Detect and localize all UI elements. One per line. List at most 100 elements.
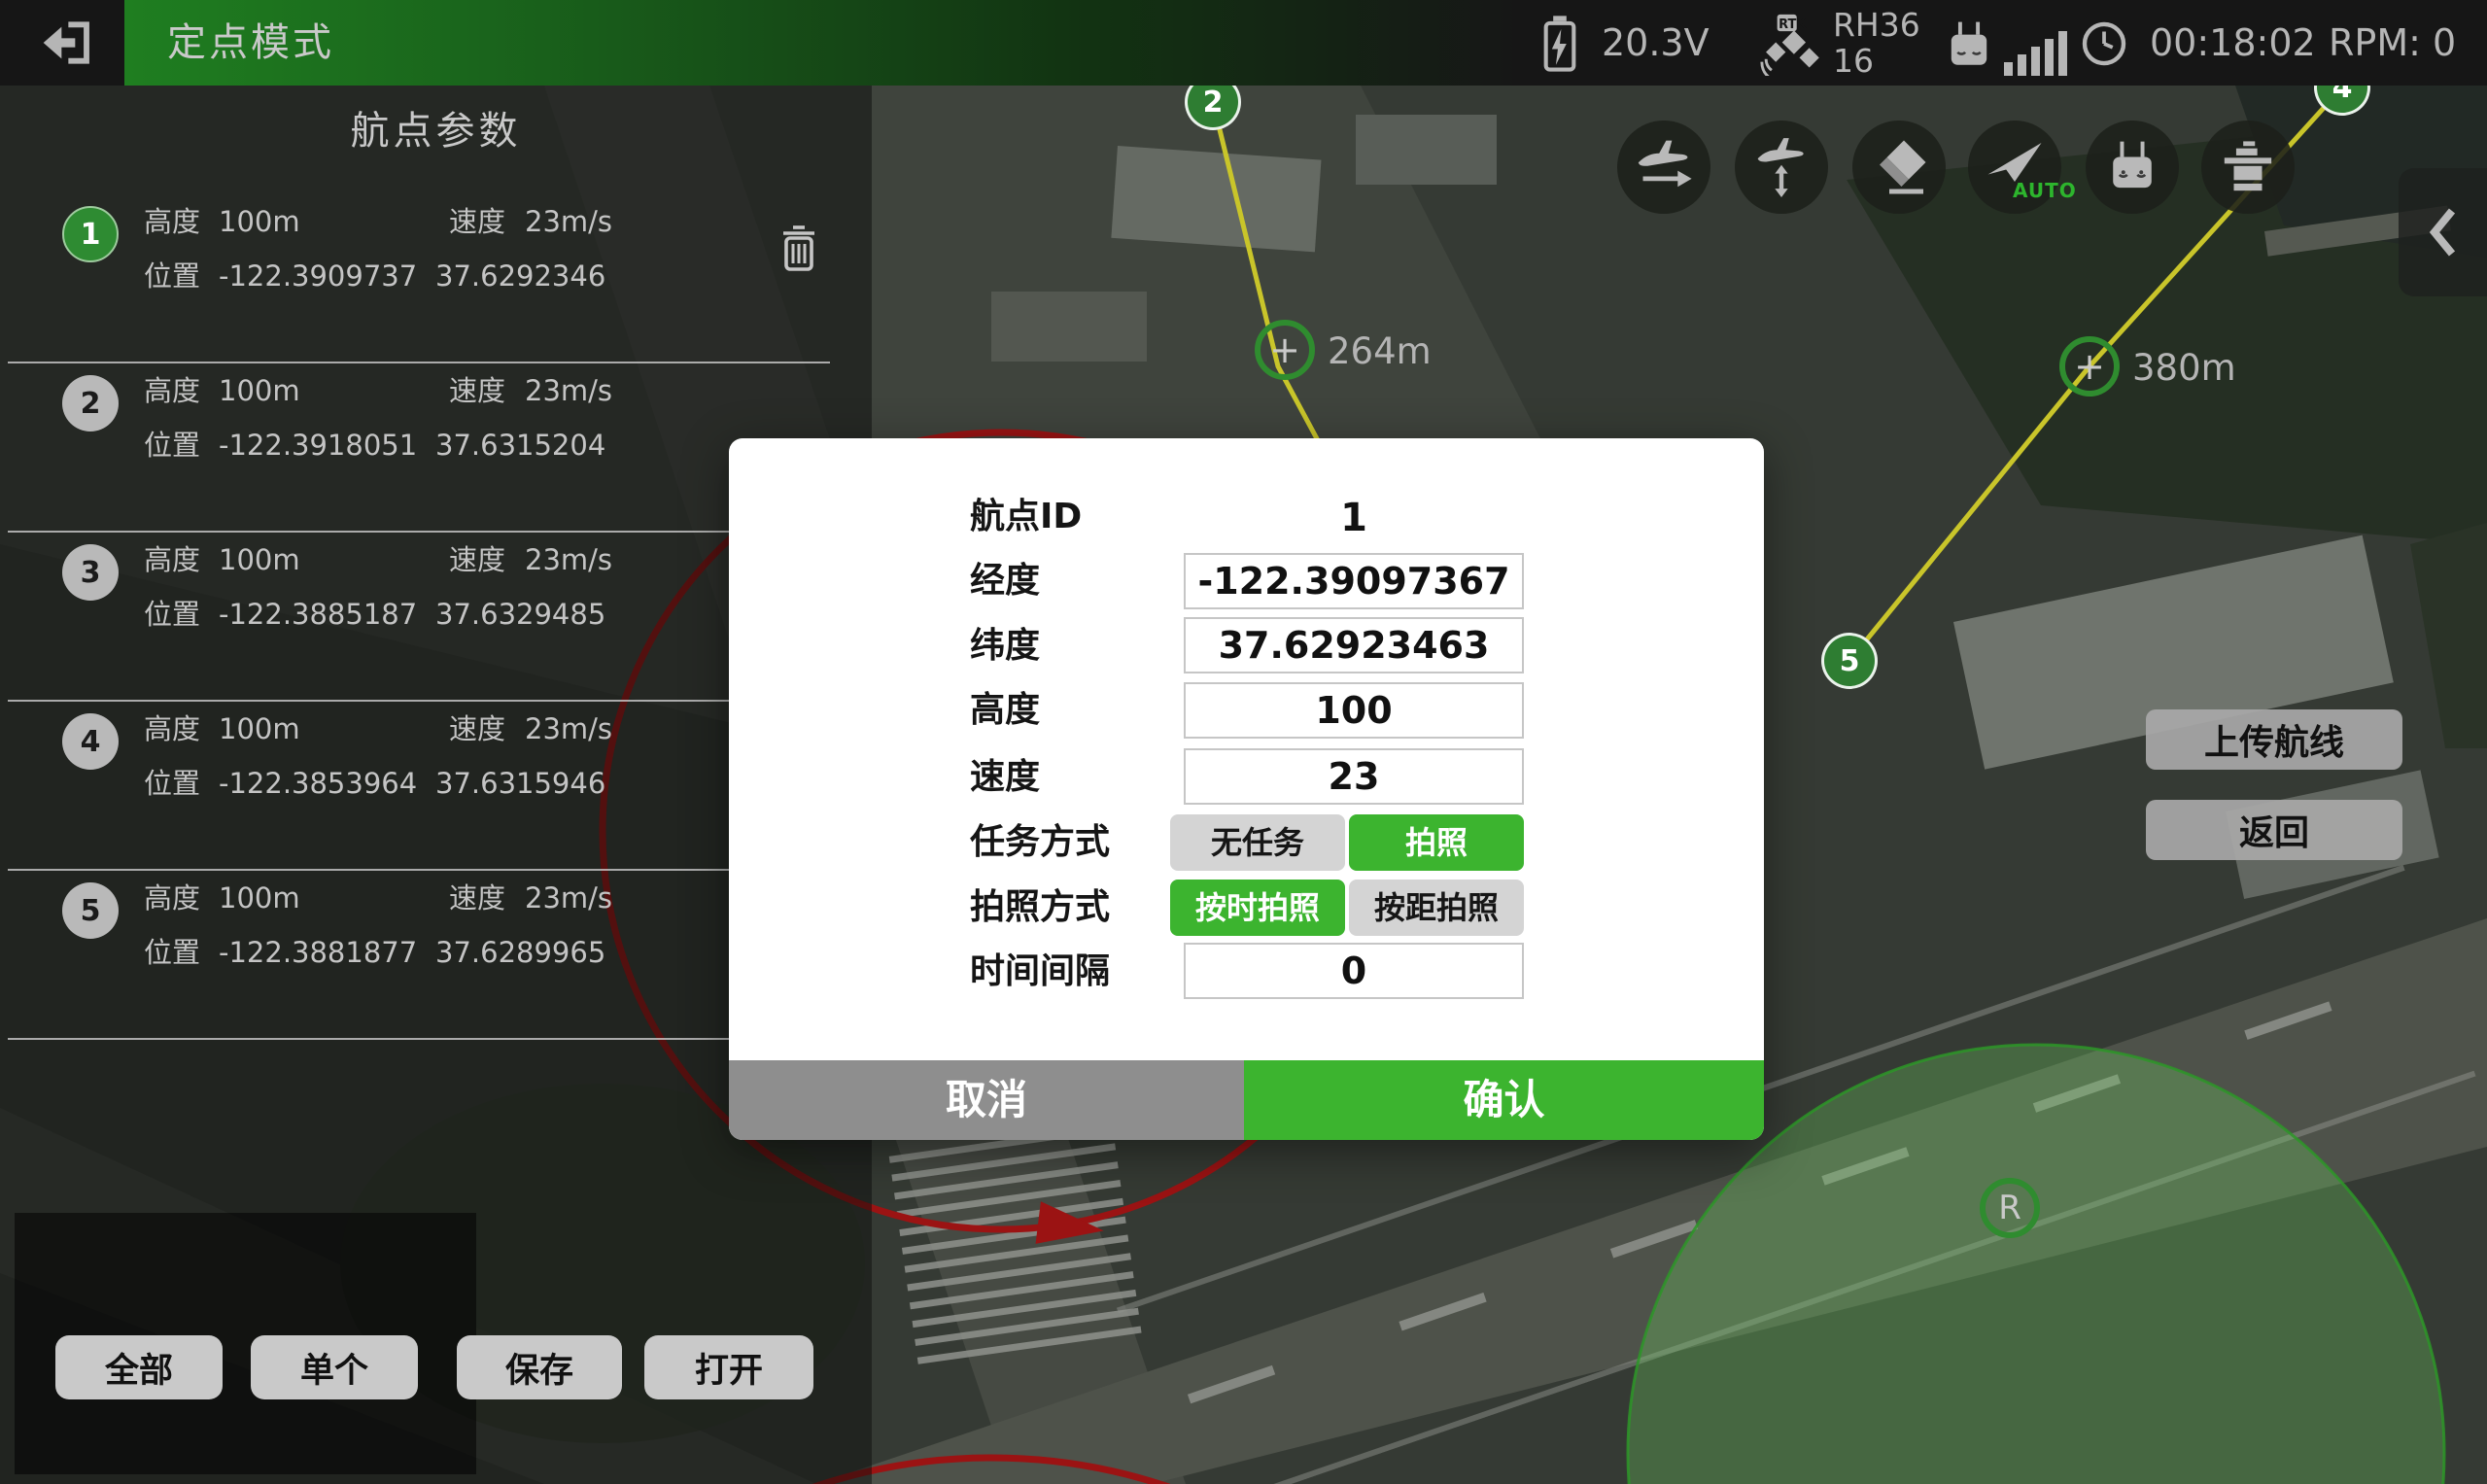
gimbal-icon: [2220, 139, 2276, 195]
longitude-input[interactable]: [1184, 553, 1524, 609]
altitude-input[interactable]: [1184, 682, 1524, 739]
interval-input[interactable]: [1184, 943, 1524, 999]
photo-distance-toggle[interactable]: 按距拍照: [1349, 880, 1524, 936]
longitude-value: -122.3881877: [219, 933, 417, 972]
cancel-button[interactable]: 取消: [729, 1060, 1244, 1140]
plane-vertical-icon: [1751, 137, 1812, 197]
battery-voltage: 20.3V: [1602, 0, 1710, 86]
waypoint-row[interactable]: 1 高度 100m 速度 23m/s 位置 -122.3909737 37.62…: [0, 194, 872, 363]
home-point-marker: R: [1980, 1178, 2040, 1238]
panel-collapse-tab[interactable]: [2399, 168, 2487, 296]
altitude-label: 高度: [144, 879, 200, 917]
task-none-toggle[interactable]: 无任务: [1170, 814, 1345, 871]
speed-label: 速度: [970, 756, 1040, 799]
latitude-value: 37.6289965: [435, 933, 605, 972]
altitude-label: 高度: [144, 540, 200, 579]
altitude-label: 高度: [144, 371, 200, 410]
speed-label: 速度: [449, 879, 505, 917]
app-screen: 2 4 5 + 264m + 380m R AUTO: [0, 0, 2487, 1484]
remote-link-icon: [1942, 19, 1996, 70]
distance-marker-icon: +: [2059, 336, 2120, 397]
trash-icon: [776, 221, 822, 277]
distance-label-264: 264m: [1328, 330, 1432, 372]
rpm-readout: RPM: 0: [2329, 0, 2456, 86]
remote-controller-button[interactable]: [2086, 121, 2179, 214]
plane-horizontal-button[interactable]: [1617, 121, 1710, 214]
latitude-value: 37.6292346: [435, 257, 605, 295]
longitude-value: -122.3909737: [219, 257, 417, 295]
mode-title: 定点模式: [167, 0, 334, 86]
speed-value: 23m/s: [525, 540, 612, 579]
auto-label: AUTO: [2013, 179, 2077, 202]
photo-timed-toggle[interactable]: 按时拍照: [1170, 880, 1345, 936]
altitude-label: 高度: [144, 202, 200, 241]
all-button[interactable]: 全部: [55, 1335, 223, 1399]
svg-text:RTK: RTK: [1779, 17, 1807, 32]
speed-value: 23m/s: [525, 709, 612, 748]
altitude-value: 100m: [219, 709, 300, 748]
altitude-value: 100m: [219, 371, 300, 410]
delete-waypoint-button[interactable]: [768, 214, 830, 284]
back-icon: [39, 17, 93, 68]
confirm-button[interactable]: 确认: [1244, 1060, 1764, 1140]
speed-label: 速度: [449, 709, 505, 748]
position-label: 位置: [144, 764, 200, 803]
waypoint-number-badge: 5: [62, 882, 119, 939]
position-label: 位置: [144, 426, 200, 465]
return-button[interactable]: 返回: [2146, 800, 2402, 860]
chevron-left-icon: [2427, 207, 2460, 258]
save-button[interactable]: 保存: [457, 1335, 622, 1399]
rtk-count: 16: [1833, 43, 1920, 79]
altitude-label: 高度: [144, 709, 200, 748]
back-button[interactable]: [19, 10, 113, 76]
rtk-satellite-icon: RTK: [1757, 12, 1825, 76]
gimbal-button[interactable]: [2201, 121, 2295, 214]
interval-label: 时间间隔: [970, 950, 1110, 993]
rtk-model: RH36: [1833, 7, 1920, 43]
row-divider: [8, 1038, 830, 1040]
latitude-input[interactable]: [1184, 617, 1524, 673]
speed-label: 速度: [449, 540, 505, 579]
open-button[interactable]: 打开: [644, 1335, 813, 1399]
eraser-icon: [1870, 138, 1928, 196]
speed-value: 23m/s: [525, 371, 612, 410]
waypoint-marker-5[interactable]: 5: [1821, 633, 1878, 689]
latitude-value: 37.6315946: [435, 764, 605, 803]
altitude-value: 100m: [219, 879, 300, 917]
auto-mission-button[interactable]: AUTO: [1968, 121, 2061, 214]
altitude-value: 100m: [219, 540, 300, 579]
upload-route-button[interactable]: 上传航线: [2146, 709, 2402, 770]
single-button[interactable]: 单个: [251, 1335, 418, 1399]
latitude-value: 37.6329485: [435, 595, 605, 634]
distance-label-380: 380m: [2132, 347, 2236, 389]
longitude-value: -122.3918051: [219, 426, 417, 465]
waypoint-number-badge: 2: [62, 375, 119, 431]
waypoint-id-value: 1: [1184, 496, 1524, 540]
erase-route-button[interactable]: [1852, 121, 1946, 214]
battery-icon: [1539, 15, 1580, 73]
plane-vertical-button[interactable]: [1735, 121, 1828, 214]
longitude-value: -122.3853964: [219, 764, 417, 803]
waypoint-edit-dialog: 航点ID 1 经度 纬度 高度 速度 任务方式 无任务 拍照 拍照方式 按时拍照…: [729, 438, 1764, 1140]
plane-horizontal-icon: [1634, 137, 1694, 197]
latitude-value: 37.6315204: [435, 426, 605, 465]
speed-label: 速度: [449, 202, 505, 241]
position-label: 位置: [144, 257, 200, 295]
clock-icon: [2080, 19, 2128, 68]
flight-time: 00:18:02: [2150, 0, 2316, 86]
waypoint-number-badge: 1: [62, 206, 119, 262]
waypoint-number-badge: 4: [62, 713, 119, 770]
waypoint-id-label: 航点ID: [970, 496, 1082, 538]
position-label: 位置: [144, 933, 200, 972]
panel-title: 航点参数: [0, 99, 872, 155]
distance-marker-icon: +: [1255, 320, 1315, 380]
longitude-value: -122.3885187: [219, 595, 417, 634]
remote-controller-icon: [2104, 139, 2160, 195]
altitude-label: 高度: [970, 689, 1040, 732]
speed-input[interactable]: [1184, 748, 1524, 805]
rtk-status: RH36 16: [1833, 7, 1920, 79]
task-photo-toggle[interactable]: 拍照: [1349, 814, 1524, 871]
photo-mode-label: 拍照方式: [970, 886, 1110, 929]
task-mode-label: 任务方式: [970, 821, 1110, 864]
speed-value: 23m/s: [525, 879, 612, 917]
